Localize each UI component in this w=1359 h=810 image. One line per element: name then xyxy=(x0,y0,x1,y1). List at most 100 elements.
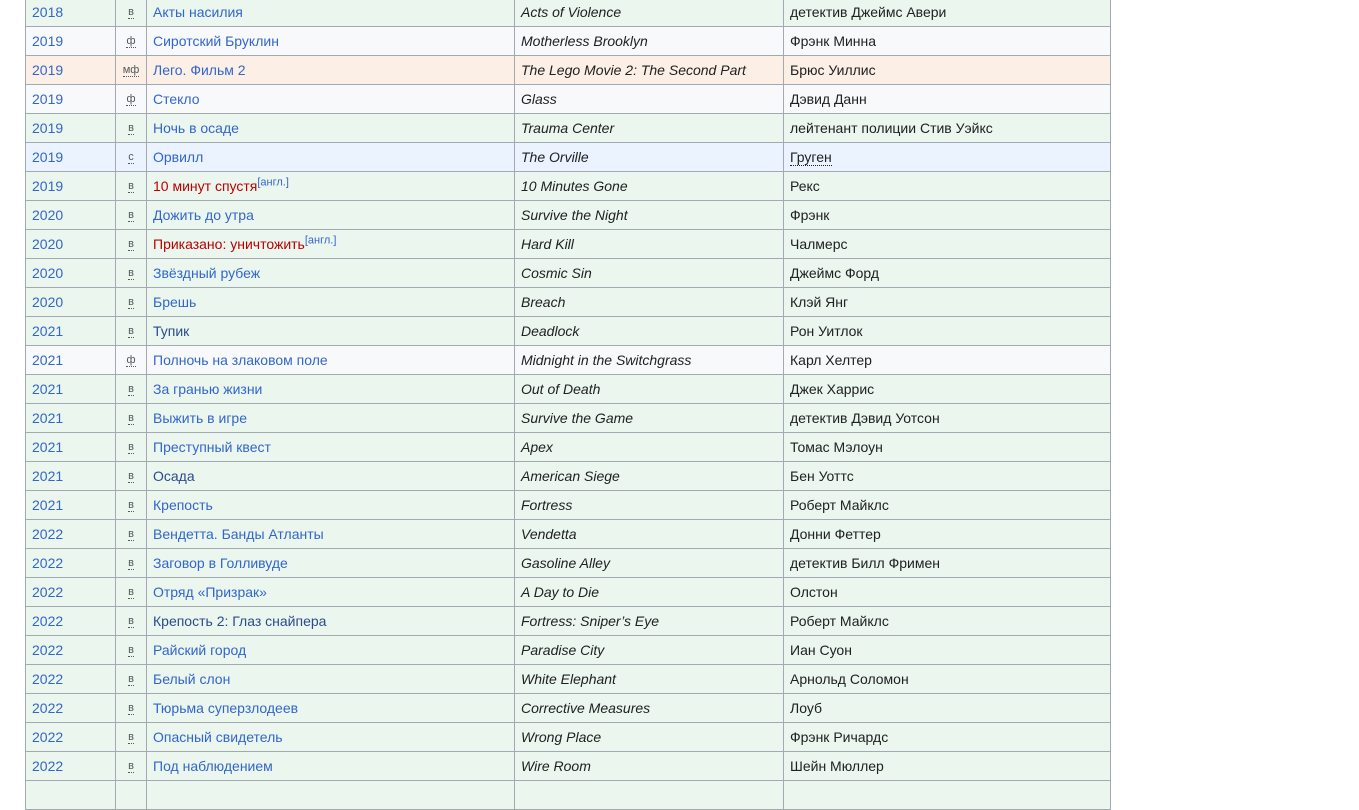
year-cell: 2019 xyxy=(25,113,116,143)
type-abbreviation[interactable]: ф xyxy=(126,93,136,106)
year-link[interactable]: 2022 xyxy=(32,584,63,600)
type-abbreviation[interactable]: в xyxy=(128,499,134,512)
type-abbreviation[interactable]: в xyxy=(128,209,134,222)
year-link[interactable]: 2022 xyxy=(32,613,63,629)
film-title-link[interactable]: Приказано: уничтожить xyxy=(153,236,305,252)
year-link[interactable]: 2022 xyxy=(32,671,63,687)
year-link[interactable]: 2019 xyxy=(32,178,63,194)
type-abbreviation[interactable]: в xyxy=(128,644,134,657)
type-abbreviation[interactable]: в xyxy=(128,412,134,425)
film-title-link[interactable]: Брешь xyxy=(153,294,196,310)
film-title-link[interactable]: Белый слон xyxy=(153,671,230,687)
film-title-link[interactable]: Заговор в Голливуде xyxy=(153,555,288,571)
year-link[interactable]: 2022 xyxy=(32,555,63,571)
film-title-link[interactable]: Тюрьма суперзлодеев xyxy=(153,700,298,716)
role-name: Олстон xyxy=(790,584,838,600)
type-abbreviation[interactable]: в xyxy=(128,238,134,251)
role-cell xyxy=(783,780,1111,810)
year-link[interactable]: 2020 xyxy=(32,294,63,310)
year-cell: 2022 xyxy=(25,664,116,694)
role-cell: Дэвид Данн xyxy=(783,84,1111,114)
film-title-link[interactable]: Лего. Фильм 2 xyxy=(153,62,246,78)
english-wiki-link[interactable]: [англ.] xyxy=(257,176,289,188)
type-abbreviation[interactable]: в xyxy=(128,441,134,454)
table-row: 2021 ф Полночь на злаковом поле Midnight in… xyxy=(25,345,1111,375)
type-abbreviation[interactable]: мф xyxy=(122,64,140,77)
film-title-link[interactable]: Преступный квест xyxy=(153,439,271,455)
type-abbreviation[interactable]: в xyxy=(128,325,134,338)
year-cell: 2022 xyxy=(25,635,116,665)
role-name[interactable]: Груген xyxy=(790,149,832,166)
type-abbreviation[interactable]: в xyxy=(128,122,134,135)
type-abbreviation[interactable]: в xyxy=(128,6,134,19)
year-link[interactable]: 2019 xyxy=(32,91,63,107)
year-link[interactable]: 2022 xyxy=(32,642,63,658)
type-abbreviation[interactable]: в xyxy=(128,615,134,628)
year-link[interactable]: 2020 xyxy=(32,207,63,223)
year-link[interactable]: 2022 xyxy=(32,526,63,542)
year-link[interactable]: 2020 xyxy=(32,236,63,252)
film-title-link[interactable]: За гранью жизни xyxy=(153,381,262,397)
year-link[interactable]: 2022 xyxy=(32,700,63,716)
original-title-cell: White Elephant xyxy=(514,664,784,694)
film-title-link[interactable]: Выжить в игре xyxy=(153,410,247,426)
type-abbreviation[interactable]: ф xyxy=(126,35,136,48)
year-link[interactable]: 2019 xyxy=(32,149,63,165)
film-title-link[interactable]: Звёздный рубеж xyxy=(153,265,260,281)
type-abbreviation[interactable]: в xyxy=(128,702,134,715)
year-link[interactable]: 2021 xyxy=(32,381,63,397)
type-abbreviation[interactable]: в xyxy=(128,586,134,599)
year-link[interactable]: 2018 xyxy=(32,4,63,20)
original-title-cell: Survive the Night xyxy=(514,200,784,230)
type-abbreviation[interactable]: в xyxy=(128,180,134,193)
type-cell: в xyxy=(115,548,147,578)
type-abbreviation[interactable]: в xyxy=(128,557,134,570)
film-title-link[interactable]: Орвилл xyxy=(153,149,203,165)
film-title-link[interactable]: 10 минут спустя xyxy=(153,178,257,194)
film-title-link[interactable]: Осада xyxy=(153,468,195,484)
film-title-link[interactable]: Вендетта. Банды Атланты xyxy=(153,526,324,542)
type-abbreviation[interactable]: ф xyxy=(126,354,136,367)
film-title-link[interactable]: Дожить до утра xyxy=(153,207,254,223)
role-cell: Арнольд Соломон xyxy=(783,664,1111,694)
year-link[interactable]: 2022 xyxy=(32,758,63,774)
type-abbreviation[interactable]: в xyxy=(128,470,134,483)
film-title-link[interactable]: Полночь на злаковом поле xyxy=(153,352,328,368)
type-abbreviation[interactable]: с xyxy=(128,151,134,164)
type-abbreviation[interactable]: в xyxy=(128,673,134,686)
year-link[interactable]: 2019 xyxy=(32,120,63,136)
year-link[interactable]: 2019 xyxy=(32,33,63,49)
film-title-link[interactable]: Акты насилия xyxy=(153,4,243,20)
type-abbreviation[interactable]: в xyxy=(128,267,134,280)
film-title-link[interactable]: Ночь в осаде xyxy=(153,120,239,136)
year-link[interactable]: 2021 xyxy=(32,410,63,426)
film-title-link[interactable]: Опасный свидетель xyxy=(153,729,283,745)
year-link[interactable]: 2021 xyxy=(32,439,63,455)
year-link[interactable]: 2019 xyxy=(32,62,63,78)
year-link[interactable]: 2021 xyxy=(32,352,63,368)
film-title-link[interactable]: Стекло xyxy=(153,91,200,107)
type-abbreviation[interactable]: в xyxy=(128,383,134,396)
film-title-link[interactable]: Отряд «Призрак» xyxy=(153,584,267,600)
film-title-link[interactable]: Под наблюдением xyxy=(153,758,273,774)
year-link[interactable]: 2021 xyxy=(32,468,63,484)
type-abbreviation[interactable]: в xyxy=(128,528,134,541)
table-row: 2020 в Звёздный рубеж Cosmic Sin Джеймс Форд xyxy=(25,258,1111,288)
original-title-cell: Deadlock xyxy=(514,316,784,346)
type-cell: в xyxy=(115,316,147,346)
type-abbreviation[interactable]: в xyxy=(128,296,134,309)
film-title-link[interactable]: Сиротский Бруклин xyxy=(153,33,279,49)
film-title-link[interactable]: Тупик xyxy=(153,323,189,339)
year-link[interactable]: 2022 xyxy=(32,729,63,745)
original-title-cell: Vendetta xyxy=(514,519,784,549)
type-abbreviation[interactable]: в xyxy=(128,731,134,744)
type-abbreviation[interactable]: в xyxy=(128,760,134,773)
year-link[interactable]: 2021 xyxy=(32,497,63,513)
year-link[interactable]: 2020 xyxy=(32,265,63,281)
year-link[interactable]: 2021 xyxy=(32,323,63,339)
original-title-cell: Trauma Center xyxy=(514,113,784,143)
film-title-link[interactable]: Райский город xyxy=(153,642,246,658)
film-title-link[interactable]: Крепость 2: Глаз снайпера xyxy=(153,613,326,629)
english-wiki-link[interactable]: [англ.] xyxy=(305,234,337,246)
film-title-link[interactable]: Крепость xyxy=(153,497,213,513)
